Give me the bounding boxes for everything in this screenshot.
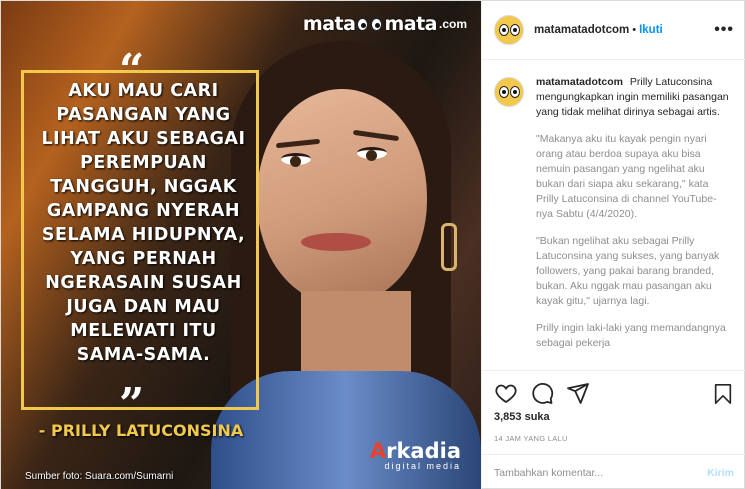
quote-line: NGERASAIN SUSAH bbox=[45, 273, 242, 293]
quote-author: - PRILLY LATUCONSINA bbox=[38, 421, 244, 440]
post-image[interactable]: mata mata .com “ AKU MAU CARI PASANGAN YA… bbox=[1, 1, 481, 489]
face-shape bbox=[257, 89, 427, 304]
matamata-logo: mata mata .com bbox=[303, 11, 467, 37]
likes-count[interactable]: 3,853 suka bbox=[494, 411, 550, 423]
quote-line: TANGGUH, NGGAK bbox=[50, 177, 237, 197]
heart-icon[interactable] bbox=[494, 381, 518, 405]
action-bar bbox=[482, 373, 745, 413]
post-timestamp[interactable]: 14 JAM YANG LALU bbox=[494, 434, 568, 443]
arkadia-tagline: digital media bbox=[384, 461, 461, 471]
header-username[interactable]: matamatadotcom bbox=[534, 24, 629, 36]
follow-button[interactable]: Ikuti bbox=[639, 24, 663, 36]
logo-text-right: mata bbox=[384, 13, 437, 35]
earring-shape bbox=[441, 223, 457, 271]
caption-avatar[interactable] bbox=[494, 77, 524, 107]
avatar[interactable] bbox=[494, 15, 524, 45]
caption-row: matamatadotcom Prilly Latuconsina mengun… bbox=[494, 75, 732, 351]
caption-paragraphs: "Makanya aku itu kayak pengin nyari oran… bbox=[536, 132, 732, 351]
caption-paragraph: "Bukan ngelihat aku sebagai Prilly Latuc… bbox=[536, 235, 720, 307]
photo-credit: Sumber foto: Suara.com/Sumarni bbox=[25, 471, 174, 482]
arkadia-logo-text: rkadia bbox=[386, 439, 461, 463]
arkadia-logo: Arkadia digital media bbox=[370, 439, 461, 471]
comment-icon[interactable] bbox=[530, 381, 554, 405]
caption-scroll-area[interactable]: matamatadotcom Prilly Latuconsina mengun… bbox=[482, 61, 745, 371]
quote-line: SELAMA HIDUPNYA, bbox=[41, 225, 246, 245]
caption-username[interactable]: matamatadotcom bbox=[536, 76, 623, 88]
header-separator: • bbox=[632, 24, 637, 36]
quote-line: SAMA-SAMA. bbox=[76, 345, 211, 365]
post-side-panel: matamatadotcom • Ikuti ••• matamatadotco… bbox=[481, 1, 745, 489]
caption-body: matamatadotcom Prilly Latuconsina mengun… bbox=[536, 75, 732, 351]
logo-tld: .com bbox=[438, 17, 467, 31]
quote-text: AKU MAU CARI PASANGAN YANG LIHAT AKU SEBAG… bbox=[31, 79, 256, 367]
quote-line: GAMPANG NYERAH bbox=[46, 201, 241, 221]
share-icon[interactable] bbox=[566, 381, 590, 405]
quote-line: YANG PERNAH bbox=[70, 249, 217, 269]
post-header: matamatadotcom • Ikuti ••• bbox=[482, 1, 745, 60]
bookmark-icon[interactable] bbox=[712, 382, 734, 406]
quote-line: PEREMPUAN bbox=[80, 153, 207, 173]
quote-line: PASANGAN YANG bbox=[56, 105, 231, 125]
quote-line: LIHAT AKU SEBAGAI bbox=[41, 129, 246, 149]
quote-line: MELEWATI ITU bbox=[70, 321, 217, 341]
lips-shape bbox=[301, 233, 371, 251]
caption-paragraph: Prilly ingin laki-laki yang memandangnya… bbox=[536, 322, 726, 349]
more-icon[interactable]: ••• bbox=[714, 21, 734, 39]
quote-line: JUGA DAN MAU bbox=[66, 297, 221, 317]
comment-input[interactable] bbox=[494, 466, 708, 479]
quote-line: AKU MAU CARI bbox=[68, 81, 219, 101]
instagram-post: mata mata .com “ AKU MAU CARI PASANGAN YA… bbox=[0, 0, 745, 489]
eye-right bbox=[357, 147, 387, 161]
quote-close-mark: ” bbox=[119, 379, 145, 430]
caption-paragraph: "Makanya aku itu kayak pengin nyari oran… bbox=[536, 133, 717, 220]
comment-box: Kirim bbox=[482, 454, 745, 489]
post-comment-button[interactable]: Kirim bbox=[707, 467, 734, 479]
arkadia-logo-a: A bbox=[369, 439, 387, 463]
logo-text-left: mata bbox=[302, 13, 356, 35]
logo-eyes-icon bbox=[356, 16, 384, 32]
eye-left bbox=[281, 153, 311, 167]
